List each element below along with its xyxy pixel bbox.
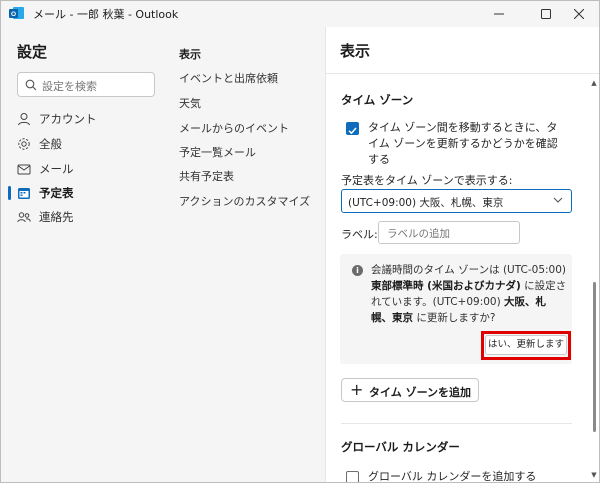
yes-update-button[interactable]: はい、更新します [485, 335, 567, 355]
timezone-dropdown[interactable]: (UTC+09:00) 大阪、札幌、東京 [341, 189, 572, 213]
global-calendar-checkbox[interactable] [346, 471, 359, 482]
add-timezone-label: タイム ゾーンを追加 [369, 386, 472, 399]
search-input[interactable]: 設定を検索 [17, 72, 155, 97]
mail-icon [17, 164, 31, 175]
subnav-item-agenda-mail[interactable]: 予定一覧メール [179, 144, 256, 160]
sidebar-item-contacts[interactable]: 連絡先 [1, 206, 161, 228]
subnav-item-display[interactable]: 表示 [179, 46, 201, 62]
subnav-item-events-invitations[interactable]: イベントと出席依頼 [179, 70, 278, 86]
minimize-icon [494, 13, 504, 14]
checkmark-icon [348, 127, 357, 135]
chevron-down-icon [553, 197, 563, 203]
title-bar: O メール - 一郎 秋葉 - Outlook [1, 1, 599, 26]
people-icon [17, 212, 31, 223]
add-timezone-button[interactable]: + タイム ゾーンを追加 [341, 378, 479, 402]
sidebar-item-label: アカウント [39, 112, 97, 126]
label-input[interactable]: ラベルの追加 [378, 221, 520, 244]
subnav-item-weather[interactable]: 天気 [179, 95, 201, 111]
close-icon [574, 8, 584, 19]
section-divider [341, 423, 572, 424]
sidebar-item-label: メール [39, 162, 74, 176]
search-icon [25, 79, 37, 91]
subnav-item-events-from-email[interactable]: メールからのイベント [179, 120, 289, 136]
timezone-section-title: タイム ゾーン [341, 93, 414, 107]
info-text-3: に更新しますか? [413, 312, 496, 324]
global-calendar-label: グローバル カレンダーを追加する [368, 470, 537, 483]
label-input-placeholder: ラベルの追加 [387, 228, 450, 240]
maximize-icon [541, 8, 551, 19]
outlook-icon: O [9, 7, 24, 19]
calendar-icon [18, 188, 30, 199]
active-indicator [8, 186, 11, 200]
settings-panel: 表示 タイム ゾーン タイム ゾーン間を移動するときに、タイム ゾーンを更新する… [325, 27, 599, 483]
timezone-update-label: タイム ゾーン間を移動するときに、タイム ゾーンを更新するかどうかを確認する [368, 121, 558, 166]
search-placeholder: 設定を検索 [42, 80, 97, 93]
window-title: メール - 一郎 秋葉 - Outlook [33, 8, 179, 21]
minimize-button[interactable] [479, 1, 519, 26]
scrollbar-thumb[interactable] [593, 282, 596, 432]
panel-title: 表示 [340, 42, 371, 60]
label-field-label: ラベル: [341, 228, 378, 241]
sidebar-item-label: 連絡先 [39, 210, 74, 224]
gear-icon [18, 138, 30, 150]
plus-icon: + [350, 380, 364, 399]
timezone-info-message: i 会議時間のタイム ゾーンは (UTC-05:00) 東部標準時 (米国および… [340, 254, 572, 364]
person-icon [18, 113, 30, 126]
sidebar-item-calendar[interactable]: 予定表 [1, 182, 161, 204]
sidebar-item-mail[interactable]: メール [1, 158, 161, 180]
global-calendar-section-title: グローバル カレンダー [341, 440, 460, 454]
scroll-up-icon[interactable]: ▲ [590, 79, 598, 87]
info-message-text: 会議時間のタイム ゾーンは (UTC-05:00) 東部標準時 (米国およびカナ… [371, 262, 567, 326]
display-timezone-label: 予定表をタイム ゾーンで表示する: [341, 174, 513, 187]
timezone-update-checkbox[interactable] [346, 122, 359, 135]
info-current-timezone: 東部標準時 (米国およびカナダ) [371, 280, 521, 292]
info-icon: i [352, 265, 363, 276]
outlook-window: O メール - 一郎 秋葉 - Outlook 設定 設定を検索 アカウント 全… [0, 0, 600, 483]
sidebar-item-label: 全般 [39, 137, 62, 151]
scroll-down-icon[interactable]: ▼ [590, 471, 598, 479]
settings-title: 設定 [17, 43, 48, 61]
svg-text:O: O [11, 11, 16, 18]
sidebar-item-account[interactable]: アカウント [1, 108, 161, 130]
sidebar-item-general[interactable]: 全般 [1, 133, 161, 155]
subnav-item-customize-actions[interactable]: アクションのカスタマイズ [179, 193, 310, 209]
subnav-item-shared-calendars[interactable]: 共有予定表 [179, 168, 234, 184]
close-button[interactable] [559, 1, 599, 26]
sidebar-item-label: 予定表 [39, 186, 74, 200]
panel-divider [326, 73, 599, 74]
timezone-dropdown-value: (UTC+09:00) 大阪、札幌、東京 [348, 197, 504, 209]
info-text-1: 会議時間のタイム ゾーンは (UTC-05:00) [371, 264, 566, 276]
